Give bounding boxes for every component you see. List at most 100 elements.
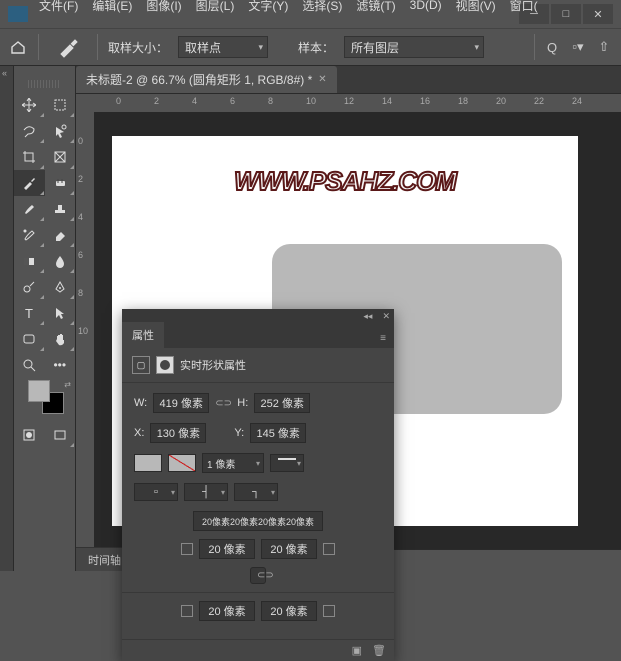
height-input[interactable]: 252 像素 <box>254 393 310 413</box>
width-label: W: <box>134 397 147 409</box>
share-icon[interactable]: ⇧ <box>595 38 613 56</box>
corner-bl-check[interactable] <box>181 605 193 617</box>
document-tabs: 未标题-2 @ 66.7% (圆角矩形 1, RGB/8#) * ✕ <box>76 66 621 94</box>
eyedropper-tool[interactable] <box>14 170 45 196</box>
close-panel-icon[interactable]: ✕ <box>382 311 390 322</box>
corner-br-check[interactable] <box>323 605 335 617</box>
main-area: « T ••• ⇄ 未标题-2 @ 66.7% (圆角矩形 1, RGB/8#)… <box>0 66 621 571</box>
gradient-tool[interactable] <box>14 248 45 274</box>
sample-scope-label: 样本： <box>298 39 334 56</box>
shape-props-icon[interactable]: ▢ <box>132 356 150 374</box>
close-tab-icon[interactable]: ✕ <box>318 74 326 85</box>
screen-mode-tool[interactable] <box>45 422 76 448</box>
properties-panel[interactable]: ◂◂ ✕ 属性 ≡ ▢ 实时形状属性 W: 419 像素 ⊂⊃ H: 252 像… <box>122 309 394 661</box>
stamp-tool[interactable] <box>45 196 76 222</box>
menu-3d[interactable]: 3D(D) <box>403 0 449 12</box>
align-select[interactable]: ▫ <box>134 483 178 501</box>
height-label: H: <box>237 397 248 409</box>
fg-color[interactable] <box>28 380 50 402</box>
ruler-horizontal[interactable]: 0 2 4 6 8 10 12 14 16 18 20 22 24 <box>76 94 621 112</box>
options-bar: 取样大小： 取样点 样本： 所有图层 Q ▫▾ ⇧ <box>0 28 621 66</box>
corner-tr-input[interactable]: 20 像素 <box>261 539 317 559</box>
artboard-tool[interactable] <box>45 92 76 118</box>
x-input[interactable]: 130 像素 <box>150 423 206 443</box>
panel-subtitle: 实时形状属性 <box>180 357 246 373</box>
width-input[interactable]: 419 像素 <box>153 393 209 413</box>
menu-image[interactable]: 图像(I) <box>139 0 188 14</box>
path-select-tool[interactable] <box>45 300 76 326</box>
move-tool[interactable] <box>14 92 45 118</box>
quick-mask-tool[interactable] <box>14 422 45 448</box>
menu-layer[interactable]: 图层(L) <box>189 0 242 14</box>
menu-select[interactable]: 选择(S) <box>295 0 349 14</box>
fill-color-chip[interactable] <box>134 454 162 472</box>
stroke-color-chip[interactable] <box>168 454 196 472</box>
svg-text:T: T <box>25 306 33 320</box>
lasso-tool[interactable] <box>14 118 45 144</box>
panel-menu-icon[interactable]: ≡ <box>372 329 394 348</box>
blur-tool[interactable] <box>45 248 76 274</box>
join-select[interactable]: ┐ <box>234 483 278 501</box>
toolbox: T ••• ⇄ <box>14 66 76 571</box>
hand-tool[interactable] <box>45 326 76 352</box>
menu-type[interactable]: 文字(Y) <box>241 0 295 14</box>
search-icon[interactable]: Q <box>543 38 561 56</box>
document-tab-label: 未标题-2 @ 66.7% (圆角矩形 1, RGB/8#) * <box>86 71 312 88</box>
sample-scope-select[interactable]: 所有图层 <box>344 36 484 58</box>
link-corners-icon[interactable]: ⊂⊃ <box>250 567 266 584</box>
dodge-tool[interactable] <box>14 274 45 300</box>
more-tools[interactable]: ••• <box>45 352 76 378</box>
mask-props-icon[interactable] <box>156 356 174 374</box>
path-ops-icon[interactable]: ▣ <box>352 644 362 657</box>
corner-tl-input[interactable]: 20 像素 <box>199 539 255 559</box>
trash-icon[interactable]: 🗑 <box>372 644 386 657</box>
healing-tool[interactable] <box>45 170 76 196</box>
y-label: Y: <box>234 427 244 439</box>
y-input[interactable]: 145 像素 <box>250 423 306 443</box>
color-swatches[interactable]: ⇄ <box>14 378 75 422</box>
x-label: X: <box>134 427 144 439</box>
workspace-icon[interactable]: ▫▾ <box>569 38 587 56</box>
history-brush-tool[interactable] <box>14 222 45 248</box>
sample-size-select[interactable]: 取样点 <box>178 36 268 58</box>
menu-view[interactable]: 视图(V) <box>449 0 503 14</box>
close-button[interactable]: ✕ <box>583 4 613 24</box>
menu-edit[interactable]: 编辑(E) <box>85 0 139 14</box>
menu-file[interactable]: 文件(F) <box>32 0 85 14</box>
cap-select[interactable]: ┤ <box>184 483 228 501</box>
home-button[interactable] <box>8 40 28 54</box>
properties-tab[interactable]: 属性 <box>122 322 164 348</box>
stroke-width-select[interactable]: 1 像素 <box>202 453 264 473</box>
toolbox-grip[interactable] <box>28 80 61 88</box>
left-collapse-strip[interactable]: « <box>0 66 14 571</box>
document-tab[interactable]: 未标题-2 @ 66.7% (圆角矩形 1, RGB/8#) * ✕ <box>76 66 337 93</box>
maximize-button[interactable]: □ <box>551 4 581 24</box>
stroke-style-select[interactable] <box>270 454 304 472</box>
swap-colors-icon[interactable]: ⇄ <box>64 380 71 389</box>
zoom-tool[interactable] <box>14 352 45 378</box>
watermark-text: WWW.PSAHZ.COM <box>234 166 456 197</box>
menu-filter[interactable]: 滤镜(T) <box>349 0 402 14</box>
menu-window[interactable]: 窗口( <box>503 0 545 14</box>
crop-tool[interactable] <box>14 144 45 170</box>
corner-tr-check[interactable] <box>323 543 335 555</box>
corner-bl-input[interactable]: 20 像素 <box>199 601 255 621</box>
frame-tool[interactable] <box>45 144 76 170</box>
collapse-panel-icon[interactable]: ◂◂ <box>363 311 372 322</box>
corner-tl-check[interactable] <box>181 543 193 555</box>
type-tool[interactable]: T <box>14 300 45 326</box>
pen-tool[interactable] <box>45 274 76 300</box>
quick-select-tool[interactable] <box>45 118 76 144</box>
corner-radius-all-input[interactable]: 20像素20像素20像素20像素 <box>193 511 323 531</box>
link-wh-icon[interactable]: ⊂⊃ <box>215 398 231 409</box>
shape-tool[interactable] <box>14 326 45 352</box>
brush-tool[interactable] <box>14 196 45 222</box>
home-icon <box>10 40 26 54</box>
corner-br-input[interactable]: 20 像素 <box>261 601 317 621</box>
eyedropper-icon <box>57 36 83 58</box>
ruler-vertical[interactable]: 0 2 4 6 8 10 <box>76 112 94 549</box>
tool-preset[interactable] <box>57 36 87 58</box>
sample-size-label: 取样大小： <box>108 39 168 56</box>
eraser-tool[interactable] <box>45 222 76 248</box>
app-icon <box>8 6 28 22</box>
